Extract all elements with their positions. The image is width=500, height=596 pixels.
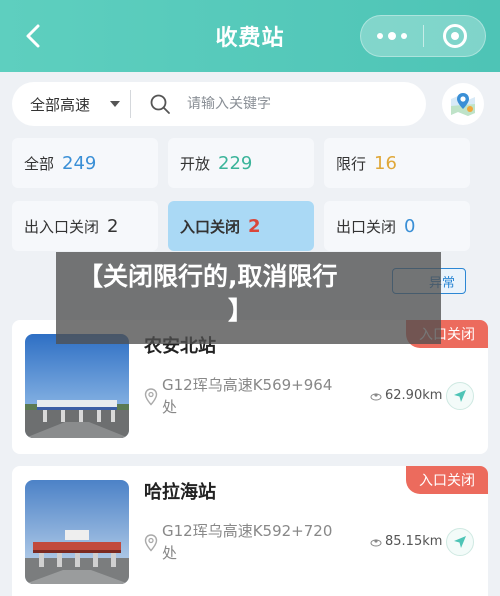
navigate-button[interactable] (446, 528, 474, 556)
distance-value: 85.15km (385, 534, 443, 549)
station-address: G12珲乌高速K592+720处 (162, 522, 333, 562)
search-icon (150, 94, 170, 114)
status-badge: 入口关闭 (406, 466, 488, 494)
station-name: 哈拉海站 (144, 482, 216, 503)
station-photo (25, 334, 129, 438)
notice-line-1: 【关闭限行的,取消限行 (78, 262, 338, 291)
station-address: G12珲乌高速K569+964处 (162, 376, 333, 416)
station-distance: 85.15km (370, 534, 442, 549)
filter-entry-exit-closed[interactable]: 出入口关闭 2 (12, 201, 158, 251)
more-dot-icon (401, 33, 407, 39)
navigate-arrow-icon (454, 390, 466, 402)
map-button[interactable] (442, 83, 484, 125)
map-pin-icon (451, 93, 475, 116)
filter-entry-closed[interactable]: 入口关闭 2 (168, 201, 314, 251)
road-select[interactable]: 全部高速 (12, 82, 130, 126)
filter-count: 249 (62, 152, 97, 174)
close-circle-icon (442, 24, 467, 48)
filter-label: 出入口关闭 (24, 217, 100, 236)
more-dot-icon (388, 32, 396, 40)
filter-count: 2 (107, 215, 119, 237)
filter-count: 2 (248, 215, 261, 237)
mini-program-capsule (360, 15, 486, 57)
search-bar: 全部高速 (12, 82, 426, 126)
filter-label: 入口关闭 (180, 217, 241, 236)
filter-label: 开放 (180, 154, 211, 173)
location-pin-icon (144, 388, 158, 406)
filter-count: 0 (404, 215, 416, 237)
filter-all[interactable]: 全部 249 (12, 138, 158, 188)
station-card[interactable]: 哈拉海站 G12珲乌高速K592+720处 85.15km 入口关闭 (12, 466, 488, 596)
filter-exit-closed[interactable]: 出口关闭 0 (324, 201, 470, 251)
navigate-arrow-icon (454, 536, 466, 548)
header-bar: 收费站 (0, 0, 500, 72)
caret-down-icon (110, 101, 120, 107)
filter-count: 16 (374, 152, 397, 174)
notice-line-2: 】 (228, 296, 254, 325)
filter-open[interactable]: 开放 229 (168, 138, 314, 188)
distance-icon (370, 392, 382, 400)
more-button[interactable] (361, 16, 423, 56)
station-distance: 62.90km (370, 388, 442, 403)
station-photo (25, 480, 129, 584)
road-select-value: 全部高速 (30, 95, 91, 114)
filter-label: 出口关闭 (336, 217, 397, 236)
location-pin-icon (144, 534, 158, 552)
filter-label: 全部 (24, 154, 55, 173)
search-input[interactable] (187, 96, 407, 112)
distance-icon (370, 538, 382, 546)
filter-restricted[interactable]: 限行 16 (324, 138, 470, 188)
distance-value: 62.90km (385, 388, 443, 403)
filter-count: 229 (218, 152, 253, 174)
navigate-button[interactable] (446, 382, 474, 410)
more-dot-icon (377, 33, 383, 39)
close-button[interactable] (424, 24, 485, 48)
notice-banner: 【关闭限行的,取消限行 】 (56, 252, 441, 344)
search-divider (130, 90, 131, 118)
filter-label: 限行 (336, 154, 367, 173)
